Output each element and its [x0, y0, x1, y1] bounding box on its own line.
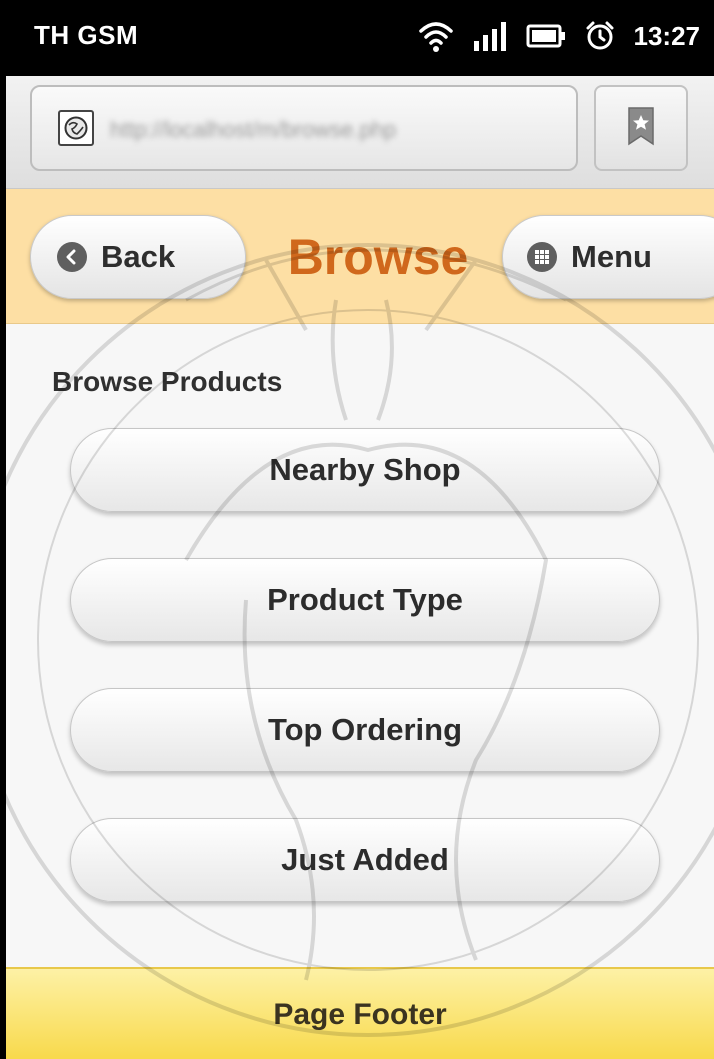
alarm-icon: [584, 20, 616, 52]
phone-screen: TH GSM 13:27 http://localhost/m/browse.p…: [0, 0, 714, 1059]
product-type-button[interactable]: Product Type: [70, 558, 660, 642]
page-footer: Page Footer: [6, 967, 714, 1059]
page-title: Browse: [287, 229, 469, 285]
top-ordering-button[interactable]: Top Ordering: [70, 688, 660, 772]
nearby-shop-button[interactable]: Nearby Shop: [70, 428, 660, 512]
wifi-icon: [418, 19, 454, 53]
browser-toolbar: http://localhost/m/browse.php: [6, 76, 714, 189]
url-text: http://localhost/m/browse.php: [110, 117, 397, 142]
status-icons: 13:27: [400, 16, 701, 56]
url-field[interactable]: http://localhost/m/browse.php: [30, 85, 578, 171]
status-bar: TH GSM 13:27: [6, 0, 714, 76]
grid-icon: [527, 242, 557, 272]
back-arrow-icon: [57, 242, 87, 272]
signal-icon: [472, 21, 508, 51]
clock: 13:27: [633, 20, 701, 51]
battery-icon: [526, 23, 566, 49]
globe-icon: [58, 110, 94, 146]
menu-button[interactable]: Menu: [502, 215, 714, 299]
bookmark-button[interactable]: [594, 85, 688, 171]
just-added-button[interactable]: Just Added: [70, 818, 660, 902]
page-content: Browse Products Nearby Shop Product Type…: [6, 324, 714, 967]
back-button[interactable]: Back: [30, 215, 246, 299]
menu-button-label: Menu: [571, 239, 652, 274]
carrier-name: TH GSM: [34, 20, 139, 50]
back-button-label: Back: [101, 239, 176, 274]
page-header: Back Browse Menu: [6, 189, 714, 324]
bookmark-icon: [626, 106, 656, 151]
section-heading: Browse Products: [52, 366, 283, 397]
